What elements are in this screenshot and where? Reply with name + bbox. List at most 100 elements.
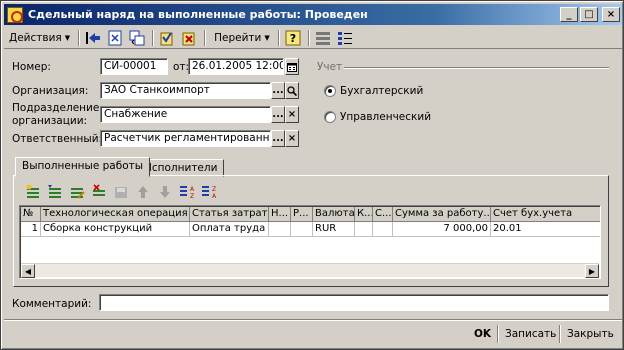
scroll-left-icon[interactable]: ◀: [21, 264, 35, 278]
column-header[interactable]: Р...: [291, 207, 313, 222]
table-cell: [355, 222, 373, 237]
sort-desc-icon[interactable]: ZA: [199, 183, 219, 201]
chevron-down-icon: ▼: [264, 33, 270, 42]
toolbar-separator: [277, 29, 280, 46]
svg-text:Z: Z: [190, 193, 194, 200]
column-header[interactable]: Счет бух.учета: [491, 207, 600, 222]
division-select-button[interactable]: ...: [271, 106, 285, 123]
goto-menu[interactable]: Перейти ▼: [209, 29, 275, 47]
svg-text:Z: Z: [212, 186, 216, 193]
column-header[interactable]: Н...: [269, 207, 291, 222]
svg-text:A: A: [212, 193, 217, 200]
horizontal-scrollbar[interactable]: ◀ ▶: [21, 263, 599, 278]
post-document-icon[interactable]: [157, 29, 177, 47]
table-row[interactable]: 1 Сборка конструкций Оплата труда RUR 7 …: [21, 222, 600, 237]
column-header[interactable]: Статья затрат: [190, 207, 269, 222]
column-header[interactable]: К...: [355, 207, 373, 222]
actions-menu[interactable]: Действия ▼: [4, 29, 75, 47]
calendar-button[interactable]: [285, 58, 299, 75]
help-icon[interactable]: ?: [283, 29, 303, 47]
responsible-label: Ответственный:: [12, 133, 103, 145]
swap-icon[interactable]: [127, 29, 147, 47]
back-arrow-icon[interactable]: [83, 29, 103, 47]
accounting-group-line: [344, 67, 609, 69]
close-button[interactable]: Закрыть: [567, 326, 614, 342]
document-icon[interactable]: [105, 29, 125, 47]
radio-accounting-buh[interactable]: [324, 85, 336, 97]
scroll-right-icon[interactable]: ▶: [585, 264, 599, 278]
table-toolbar: AZ ZA: [23, 183, 221, 201]
close-window-button[interactable]: ×: [602, 7, 620, 22]
unpost-document-icon[interactable]: [179, 29, 199, 47]
copy-row-icon[interactable]: [45, 183, 65, 201]
goto-menu-label: Перейти: [214, 31, 262, 44]
works-table[interactable]: № Технологическая операция Статья затрат…: [19, 205, 601, 279]
ok-button[interactable]: OK: [474, 326, 491, 342]
date-field[interactable]: 26.01.2005 12:00:0: [188, 58, 284, 75]
move-up-icon: [133, 183, 153, 201]
sort-asc-icon[interactable]: AZ: [177, 183, 197, 201]
responsible-select-button[interactable]: ...: [271, 130, 285, 147]
svg-text:A: A: [190, 186, 195, 193]
title-bar[interactable]: Сдельный наряд на выполненные работы: Пр…: [4, 4, 622, 25]
edit-row-icon[interactable]: [67, 183, 87, 201]
organization-search-button[interactable]: [285, 82, 299, 99]
add-row-icon[interactable]: [23, 183, 43, 201]
responsible-clear-button[interactable]: ×: [285, 130, 299, 147]
column-header[interactable]: Сумма за работу...: [393, 207, 491, 222]
table-cell: RUR: [313, 222, 355, 237]
structure-icon[interactable]: [313, 29, 333, 47]
toolbar-separator: [152, 29, 155, 46]
division-clear-button[interactable]: ×: [285, 106, 299, 123]
table-cell: [373, 222, 393, 237]
toolbar-separator: [204, 29, 207, 46]
magnifier-icon: [287, 85, 297, 96]
radio-accounting-mgmt-label[interactable]: Управленческий: [340, 111, 431, 123]
table-cell: Сборка конструкций: [41, 222, 190, 237]
footer-divider: [559, 325, 561, 343]
footer-divider: [497, 325, 499, 343]
radio-accounting-mgmt[interactable]: [324, 111, 336, 123]
column-header[interactable]: №: [21, 207, 41, 222]
maximize-button[interactable]: □: [580, 7, 598, 22]
actions-menu-label: Действия: [9, 31, 62, 44]
delete-row-icon[interactable]: [89, 183, 109, 201]
responsible-field[interactable]: Расчетчик регламентированной :: [100, 130, 271, 147]
help-glyph: ?: [290, 32, 296, 45]
column-header[interactable]: С...: [373, 207, 393, 222]
radio-accounting-buh-label[interactable]: Бухгалтерский: [340, 85, 423, 97]
organization-label: Организация:: [12, 85, 89, 97]
write-button[interactable]: Записать: [505, 326, 556, 342]
column-header[interactable]: Валюта: [313, 207, 355, 222]
move-down-icon: [155, 183, 175, 201]
chevron-down-icon: ▼: [64, 33, 71, 42]
table-cell: 7 000,00: [393, 222, 491, 237]
division-label-line2: организации:: [12, 115, 88, 127]
number-field[interactable]: СИ-00001: [100, 58, 168, 75]
tab-completed-works[interactable]: Выполненные работы: [15, 157, 151, 177]
organization-select-button[interactable]: ...: [271, 82, 285, 99]
table-cell: Оплата труда: [190, 222, 269, 237]
document-window: Сдельный наряд на выполненные работы: Пр…: [0, 0, 624, 350]
number-label: Номер:: [12, 61, 51, 73]
table-cell: [269, 222, 291, 237]
column-header[interactable]: Технологическая операция: [41, 207, 190, 222]
division-field[interactable]: Снабжение: [100, 106, 271, 123]
date-label: от:: [173, 61, 190, 73]
table-header: № Технологическая операция Статья затрат…: [21, 207, 600, 222]
toolbar-separator: [78, 29, 81, 46]
organization-field[interactable]: ЗАО Станкоимпорт: [100, 82, 271, 99]
table-cell: 20.01: [491, 222, 600, 237]
save-icon: [111, 183, 131, 201]
app-icon: [7, 6, 23, 23]
window-title: Сдельный наряд на выполненные работы: Пр…: [28, 8, 368, 21]
footer-separator: [4, 319, 622, 321]
minimize-button[interactable]: _: [560, 7, 578, 22]
comment-label: Комментарий:: [12, 298, 92, 310]
table-cell: 1: [21, 222, 41, 237]
comment-field[interactable]: [99, 294, 609, 311]
settings-list-icon[interactable]: [335, 29, 355, 47]
calendar-icon: [287, 62, 297, 72]
division-label-line1: Подразделение: [12, 102, 100, 114]
toolbar-separator: [307, 29, 310, 46]
